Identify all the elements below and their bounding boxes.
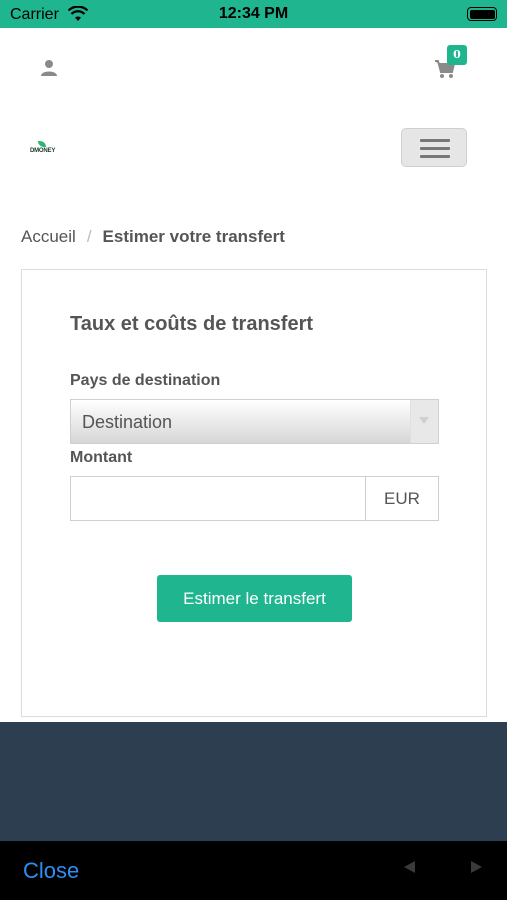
page-footer [0, 722, 507, 841]
user-icon[interactable] [40, 59, 58, 77]
hamburger-icon-bar-bottom [420, 155, 450, 158]
cart-count-badge: 0 [447, 45, 467, 65]
battery-icon [467, 7, 497, 21]
breadcrumb-current: Estimer votre transfert [102, 227, 285, 246]
back-arrow-icon[interactable] [404, 861, 415, 873]
logo-text: DMONEY [30, 148, 56, 154]
destination-country-label: Pays de destination [70, 372, 221, 389]
breadcrumb: Accueil / Estimer votre transfert [21, 227, 285, 247]
destination-country-select[interactable]: Destination [70, 399, 439, 444]
breadcrumb-separator: / [86, 227, 92, 246]
card-title: Taux et coûts de transfert [70, 313, 314, 335]
amount-input[interactable] [70, 476, 366, 521]
destination-select-value: Destination [82, 412, 173, 432]
transfer-estimate-card: Taux et coûts de transfert Pays de desti… [21, 269, 487, 717]
chevron-down-icon [419, 417, 429, 424]
brand-logo[interactable]: DMONEY [30, 141, 64, 157]
breadcrumb-home-link[interactable]: Accueil [21, 227, 76, 246]
hamburger-menu-button[interactable] [401, 128, 467, 167]
logo-leaf-icon [38, 141, 46, 147]
amount-label: Montant [70, 449, 133, 466]
estimate-transfer-button[interactable]: Estimer le transfert [157, 575, 352, 622]
select-arrow-area [410, 400, 438, 443]
currency-addon: EUR [365, 476, 439, 521]
hamburger-icon-bar-top [420, 139, 450, 142]
browser-bottom-bar: Close [0, 841, 507, 900]
hamburger-icon-bar-middle [420, 147, 450, 150]
status-time: 12:34 PM [218, 5, 289, 22]
status-bar: Carrier 12:34 PM [0, 0, 507, 28]
close-button[interactable]: Close [23, 858, 79, 884]
forward-arrow-icon[interactable] [471, 861, 482, 873]
